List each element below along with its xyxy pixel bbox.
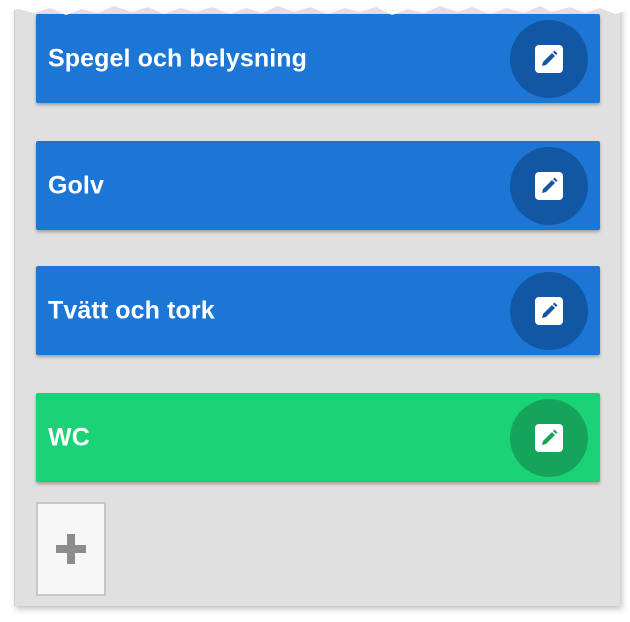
- category-card-label: Golv: [48, 171, 104, 199]
- category-card-label: Spegel och belysning: [48, 44, 307, 72]
- torn-edge-decoration: [0, 0, 630, 15]
- edit-button[interactable]: [510, 398, 588, 477]
- category-card-label: WC: [48, 423, 90, 451]
- edit-button[interactable]: [510, 271, 588, 350]
- edit-button[interactable]: [510, 19, 588, 98]
- category-card-label: Tvätt och tork: [48, 296, 215, 324]
- category-card-wc[interactable]: WC: [36, 393, 600, 482]
- edit-button[interactable]: [510, 146, 588, 225]
- add-category-button[interactable]: [36, 502, 106, 596]
- pencil-icon: [535, 296, 563, 325]
- category-card-spegel-och-belysning[interactable]: Spegel och belysning: [36, 14, 600, 103]
- category-card-tvatt-och-tork[interactable]: Tvätt och tork: [36, 266, 600, 355]
- plus-icon: [56, 534, 86, 564]
- pencil-icon: [535, 423, 563, 452]
- pencil-icon: [535, 171, 563, 200]
- category-list-panel: Spegel och belysning Golv Tvätt och tork: [14, 0, 620, 606]
- pencil-icon: [535, 44, 563, 73]
- category-card-golv[interactable]: Golv: [36, 141, 600, 230]
